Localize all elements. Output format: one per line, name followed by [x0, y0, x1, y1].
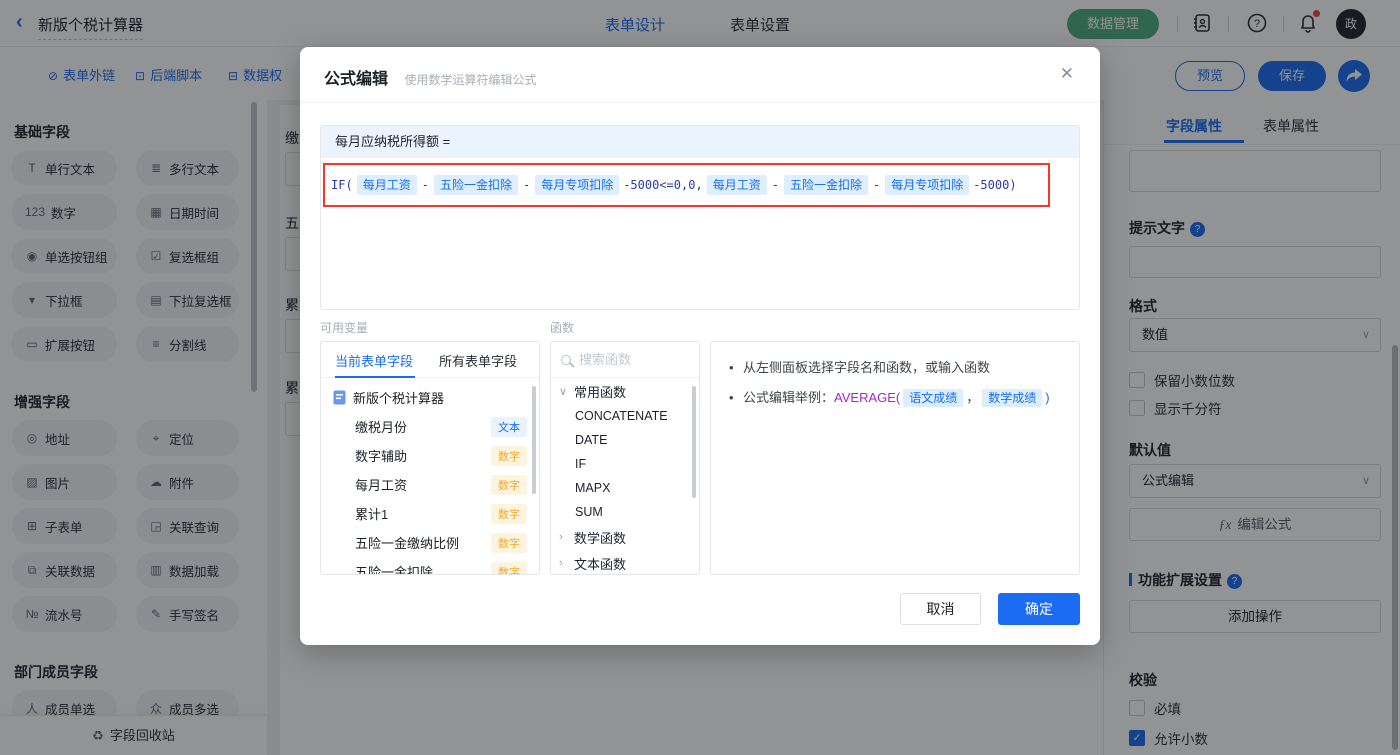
- example-field-token: 数学成绩: [982, 389, 1043, 407]
- formula-field-token[interactable]: 五险一金扣除: [433, 175, 518, 195]
- formula-operator: -: [522, 178, 531, 192]
- variable-row[interactable]: 缴税月份 文本: [321, 412, 539, 441]
- example-function-name: AVERAGE(: [834, 390, 901, 405]
- formula-editor-modal: 公式编辑 使用数学运算符编辑公式 ✕ 每月应纳税所得额 = IF(每月工资 - 五险…: [300, 47, 1100, 645]
- variables-label: 可用变量: [320, 321, 369, 335]
- variables-scrollbar[interactable]: [532, 386, 536, 494]
- function-group-常用函数[interactable]: ∨ 常用函数: [551, 378, 699, 404]
- function-item-IF[interactable]: IF: [551, 452, 699, 476]
- formula-field-token[interactable]: 每月工资: [356, 175, 417, 195]
- variable-row[interactable]: 五险一金扣除 数字: [321, 557, 539, 575]
- modal-title: 公式编辑: [324, 71, 389, 88]
- variable-type-badge: 数字: [491, 532, 527, 553]
- variables-root-node[interactable]: 新版个税计算器: [321, 382, 539, 412]
- modal-header: 公式编辑 使用数学运算符编辑公式 ✕: [300, 47, 1100, 103]
- variable-row[interactable]: 每月工资 数字: [321, 470, 539, 499]
- chevron-right-icon: ›: [559, 557, 563, 569]
- variable-name: 累计1: [355, 507, 389, 522]
- modal-subtitle: 使用数学运算符编辑公式: [404, 73, 537, 87]
- function-group-name: 文本函数: [574, 556, 627, 572]
- search-icon: [561, 354, 571, 365]
- function-item-DATE[interactable]: DATE: [551, 428, 699, 452]
- formula-code: -5000<=0,0,: [623, 178, 703, 192]
- tip-line-2: 公式编辑举例：AVERAGE(语文成绩，数学成绩): [729, 388, 1061, 408]
- confirm-button[interactable]: 确定: [998, 593, 1080, 625]
- variable-name: 每月工资: [355, 478, 408, 493]
- formula-tokens: IF(每月工资 - 五险一金扣除 - 每月专项扣除 -5000<=0,0, 每月工资 - 五险一…: [331, 175, 1017, 195]
- variable-type-badge: 数字: [491, 474, 527, 495]
- tab-all-form-fields[interactable]: 所有表单字段: [439, 351, 517, 370]
- variable-row[interactable]: 累计1 数字: [321, 499, 539, 528]
- formula-input-area[interactable]: IF(每月工资 - 五险一金扣除 - 每月专项扣除 -5000<=0,0, 每月工资 - 五险一…: [321, 158, 1079, 309]
- active-tab-underline: [335, 376, 415, 378]
- functions-panel: ∨ 常用函数 CONCATENATEDATEIFMAPXSUM › 数学函数 › 文本函数: [550, 341, 700, 575]
- search-input[interactable]: [579, 352, 679, 367]
- variable-row[interactable]: 五险一金缴纳比例 数字: [321, 528, 539, 557]
- formula-editor-box[interactable]: 每月应纳税所得额 = IF(每月工资 - 五险一金扣除 - 每月专项扣除 -5000<=0…: [320, 125, 1080, 310]
- cancel-button[interactable]: 取消: [900, 593, 981, 625]
- functions-label: 函数: [550, 321, 575, 335]
- variable-name: 缴税月份: [355, 420, 408, 435]
- tip-line-1: 从左侧面板选择字段名和函数，或输入函数: [729, 358, 1061, 378]
- form-doc-icon: [333, 390, 346, 404]
- function-item-CONCATENATE[interactable]: CONCATENATE: [551, 404, 699, 428]
- function-group-数学函数[interactable]: › 数学函数: [551, 524, 699, 550]
- formula-field-token[interactable]: 每月专项扣除: [535, 175, 620, 195]
- function-item-SUM[interactable]: SUM: [551, 500, 699, 524]
- formula-field-token[interactable]: 五险一金扣除: [783, 175, 868, 195]
- formula-expression-highlight[interactable]: IF(每月工资 - 五险一金扣除 - 每月专项扣除 -5000<=0,0, 每月工资 - 五险一…: [323, 163, 1050, 207]
- chevron-down-icon: ∨: [559, 385, 568, 398]
- formula-operator: -: [771, 178, 779, 192]
- tab-current-form-fields[interactable]: 当前表单字段: [335, 351, 413, 370]
- tips-panel: 从左侧面板选择字段名和函数，或输入函数 公式编辑举例：AVERAGE(语文成绩，…: [710, 341, 1080, 575]
- variable-row[interactable]: 数字辅助 数字: [321, 441, 539, 470]
- formula-field-token[interactable]: 每月工资: [706, 175, 767, 195]
- variables-tabs: 当前表单字段 所有表单字段: [321, 342, 539, 378]
- variables-list: 缴税月份 文本 数字辅助 数字 每月工资 数字 累计1 数字 五险一金缴纳比例 数字 五险一金扣除数…: [321, 412, 539, 575]
- function-item-MAPX[interactable]: MAPX: [551, 476, 699, 500]
- formula-field-token[interactable]: 每月专项扣除: [885, 175, 970, 195]
- variable-type-badge: 数字: [491, 445, 527, 466]
- functions-tree: ∨ 常用函数 CONCATENATE DATE IF MAPX SUM › 数学函数 › 文本函数: [551, 378, 699, 574]
- function-group-name: 数学函数: [574, 530, 627, 546]
- functions-scrollbar[interactable]: [692, 386, 696, 498]
- formula-code: -5000): [973, 178, 1017, 192]
- close-icon[interactable]: ✕: [1060, 64, 1074, 84]
- variable-name: 数字辅助: [355, 449, 408, 464]
- formula-operator: -: [872, 178, 881, 192]
- formula-target-label: 每月应纳税所得额 =: [321, 126, 1079, 158]
- variable-type-badge: 文本: [491, 416, 527, 437]
- formula-code: IF(: [331, 178, 353, 192]
- formula-operator: -: [421, 178, 429, 192]
- function-group-文本函数[interactable]: › 文本函数: [551, 550, 699, 574]
- function-group-name: 常用函数: [574, 384, 627, 400]
- app-window: ‹ 新版个税计算器 表单设计 表单设置 数据管理 ? 政 ⊘ 表单外链 ⊡ 后端脚本…: [0, 0, 1400, 755]
- variable-name: 五险一金缴纳比例: [355, 536, 460, 551]
- variable-type-badge: 数字: [491, 503, 527, 524]
- variable-name: 五险一金扣除: [355, 565, 434, 575]
- variable-type-badge: 数字: [491, 561, 527, 574]
- variables-panel: 当前表单字段 所有表单字段 新版个税计算器 缴税月份 文本 数字辅助 数字 每月工资 数字…: [320, 341, 540, 575]
- function-search[interactable]: [551, 342, 699, 378]
- chevron-right-icon: ›: [559, 531, 563, 543]
- example-field-token: 语文成绩: [903, 389, 964, 407]
